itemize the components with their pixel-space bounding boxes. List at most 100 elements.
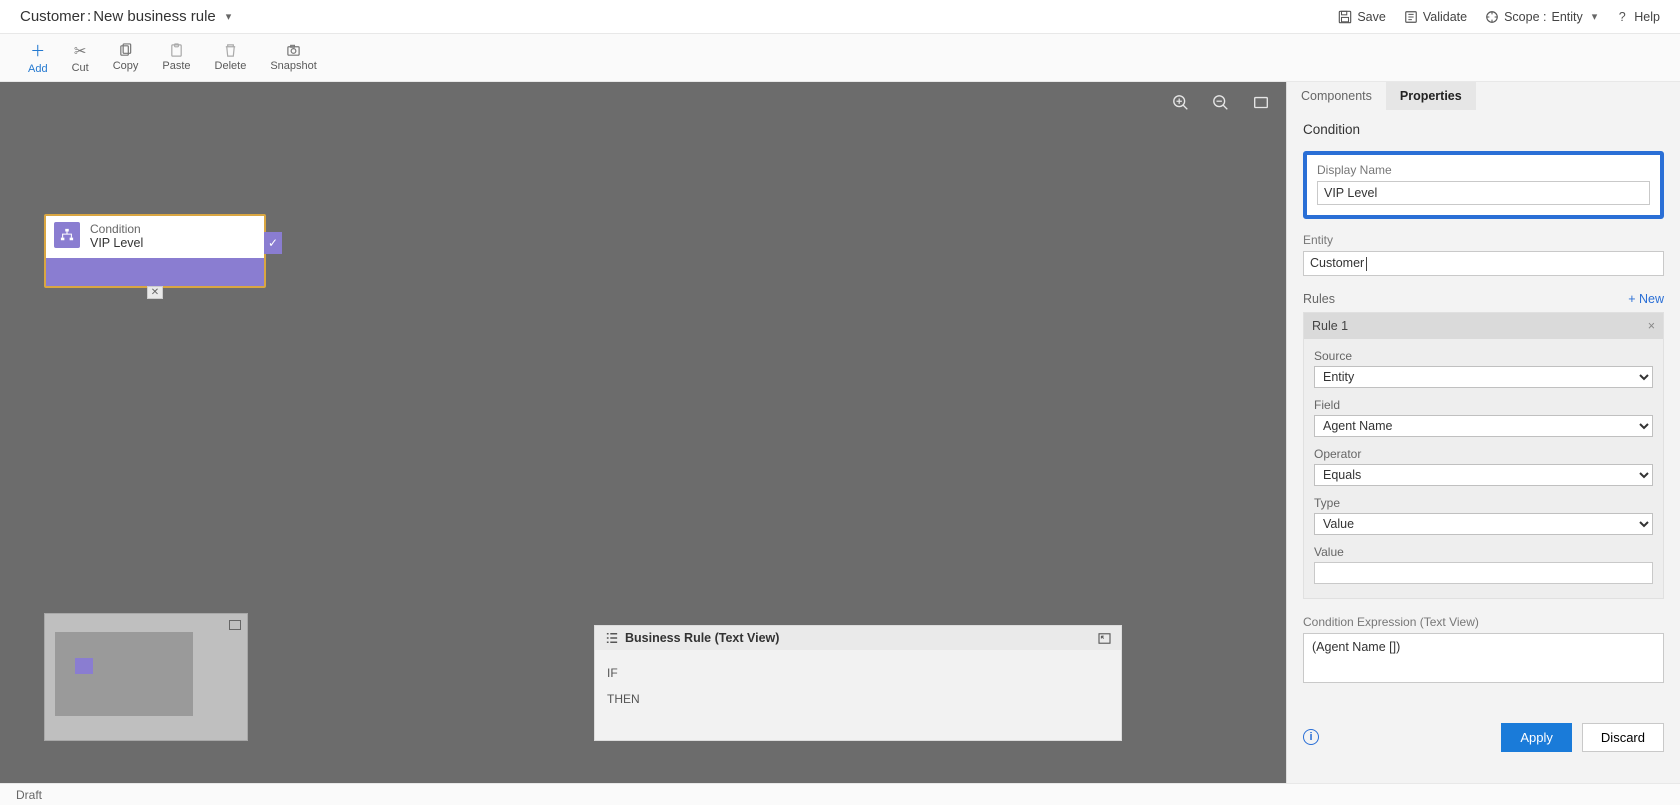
properties-panel: Components Properties Condition Display … bbox=[1286, 82, 1680, 783]
rules-header: Rules + New bbox=[1303, 292, 1664, 306]
node-type-label: Condition bbox=[90, 222, 143, 236]
paste-button[interactable]: Paste bbox=[162, 43, 190, 72]
copy-label: Copy bbox=[113, 60, 139, 72]
status-text: Draft bbox=[16, 788, 42, 802]
cut-icon: ✂ bbox=[74, 42, 87, 60]
rule-title: Rule 1 bbox=[1312, 319, 1348, 333]
expression-text[interactable]: (Agent Name []) bbox=[1303, 633, 1664, 683]
condition-node[interactable]: Condition VIP Level ✓ ✕ bbox=[44, 214, 266, 288]
delete-label: Delete bbox=[215, 60, 247, 72]
close-icon[interactable]: × bbox=[1648, 319, 1655, 333]
canvas[interactable]: Condition VIP Level ✓ ✕ Business bbox=[0, 82, 1286, 783]
add-button[interactable]: ＋ Add bbox=[28, 40, 48, 75]
entity-field-block: Entity Customer bbox=[1303, 233, 1664, 276]
tab-components[interactable]: Components bbox=[1287, 82, 1386, 110]
scope-label: Scope : bbox=[1504, 10, 1546, 24]
header-title-group[interactable]: Customer:New business rule ▾ bbox=[20, 8, 231, 25]
node-name-label: VIP Level bbox=[90, 236, 143, 250]
workspace: Condition VIP Level ✓ ✕ Business bbox=[0, 82, 1680, 783]
scope-icon bbox=[1485, 10, 1499, 24]
expand-icon[interactable] bbox=[1098, 633, 1111, 644]
minimap-node-item bbox=[75, 658, 93, 674]
save-icon bbox=[1338, 10, 1352, 24]
field-select[interactable]: Agent Name bbox=[1314, 415, 1653, 437]
paste-label: Paste bbox=[162, 60, 190, 72]
minimap-viewport bbox=[55, 632, 193, 716]
snapshot-button[interactable]: Snapshot bbox=[270, 43, 316, 72]
delete-button[interactable]: Delete bbox=[215, 43, 247, 72]
entity-value[interactable]: Customer bbox=[1303, 251, 1664, 276]
discard-button[interactable]: Discard bbox=[1582, 723, 1664, 752]
tab-properties[interactable]: Properties bbox=[1386, 82, 1476, 110]
panel-footer: i Apply Discard bbox=[1287, 711, 1680, 764]
rule-body: Source Entity Field Agent Name Operator bbox=[1304, 339, 1663, 598]
add-label: Add bbox=[28, 63, 48, 75]
text-view-header: Business Rule (Text View) bbox=[595, 626, 1121, 650]
expand-icon[interactable] bbox=[229, 620, 241, 630]
entity-value-text: Customer bbox=[1310, 256, 1364, 270]
plus-icon: ＋ bbox=[30, 40, 45, 61]
scope-value: Entity bbox=[1551, 10, 1582, 24]
cut-button[interactable]: ✂ Cut bbox=[72, 42, 89, 74]
zoom-in-icon[interactable] bbox=[1172, 94, 1190, 112]
value-label: Value bbox=[1314, 545, 1653, 559]
field-label: Field bbox=[1314, 398, 1653, 412]
copy-button[interactable]: Copy bbox=[113, 43, 139, 72]
chevron-down-icon: ▾ bbox=[1592, 10, 1598, 23]
type-label: Type bbox=[1314, 496, 1653, 510]
rules-label: Rules bbox=[1303, 292, 1335, 306]
expression-label: Condition Expression (Text View) bbox=[1303, 615, 1664, 629]
canvas-controls bbox=[1172, 94, 1270, 112]
camera-icon bbox=[286, 43, 301, 58]
toolbar: ＋ Add ✂ Cut Copy Paste Delete Snapshot bbox=[0, 34, 1680, 82]
new-rule-link[interactable]: + New bbox=[1628, 292, 1664, 306]
panel-tabs: Components Properties bbox=[1287, 82, 1680, 110]
type-select[interactable]: Value bbox=[1314, 513, 1653, 535]
zoom-out-icon[interactable] bbox=[1212, 94, 1230, 112]
copy-icon bbox=[118, 43, 133, 58]
header-entity-name: Customer bbox=[20, 8, 85, 25]
source-select[interactable]: Entity bbox=[1314, 366, 1653, 388]
paste-icon bbox=[169, 43, 184, 58]
node-true-connector[interactable]: ✓ bbox=[264, 232, 282, 254]
cut-label: Cut bbox=[72, 62, 89, 74]
header-actions: Save Validate Scope : Entity ▾ ? Help bbox=[1338, 10, 1660, 24]
operator-select[interactable]: Equals bbox=[1314, 464, 1653, 486]
save-label: Save bbox=[1357, 10, 1386, 24]
help-icon: ? bbox=[1615, 10, 1629, 24]
minimap[interactable] bbox=[44, 613, 248, 741]
panel-section-title: Condition bbox=[1303, 122, 1664, 137]
node-false-connector[interactable]: ✕ bbox=[147, 286, 163, 299]
rule-card: Rule 1 × Source Entity Field Agent Name bbox=[1303, 312, 1664, 599]
business-rule-text-view: Business Rule (Text View) IF THEN bbox=[594, 625, 1122, 741]
help-label: Help bbox=[1634, 10, 1660, 24]
condition-icon bbox=[54, 222, 80, 248]
fit-screen-icon[interactable] bbox=[1252, 94, 1270, 112]
validate-label: Validate bbox=[1423, 10, 1467, 24]
condition-node-content: Condition VIP Level bbox=[46, 216, 264, 258]
text-view-body: IF THEN bbox=[595, 650, 1121, 723]
node-action-bar[interactable] bbox=[46, 258, 264, 286]
value-input[interactable] bbox=[1314, 562, 1653, 584]
info-icon[interactable]: i bbox=[1303, 729, 1319, 745]
rule-head[interactable]: Rule 1 × bbox=[1304, 313, 1663, 339]
chevron-down-icon[interactable]: ▾ bbox=[226, 10, 232, 23]
validate-icon bbox=[1404, 10, 1418, 24]
header-title: Customer:New business rule bbox=[20, 8, 216, 25]
expression-block: Condition Expression (Text View) (Agent … bbox=[1303, 615, 1664, 683]
entity-label: Entity bbox=[1303, 233, 1664, 247]
header-rule-name: New business rule bbox=[93, 8, 216, 25]
snapshot-label: Snapshot bbox=[270, 60, 316, 72]
display-name-label: Display Name bbox=[1317, 163, 1650, 177]
save-button[interactable]: Save bbox=[1338, 10, 1386, 24]
text-view-title: Business Rule (Text View) bbox=[625, 631, 779, 645]
scope-selector[interactable]: Scope : Entity ▾ bbox=[1485, 10, 1597, 24]
validate-button[interactable]: Validate bbox=[1404, 10, 1467, 24]
apply-button[interactable]: Apply bbox=[1501, 723, 1572, 752]
display-name-highlight: Display Name bbox=[1303, 151, 1664, 219]
display-name-input[interactable] bbox=[1317, 181, 1650, 205]
text-view-then: THEN bbox=[607, 686, 1109, 712]
header-bar: Customer:New business rule ▾ Save Valida… bbox=[0, 0, 1680, 34]
help-button[interactable]: ? Help bbox=[1615, 10, 1660, 24]
status-bar: Draft bbox=[0, 783, 1680, 805]
